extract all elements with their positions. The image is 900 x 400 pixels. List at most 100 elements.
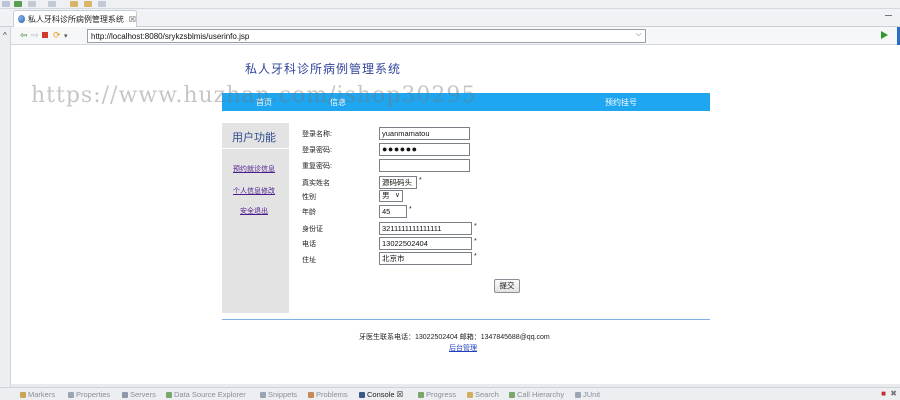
tab-label: Markers [28,390,56,399]
footer-divider [222,319,710,320]
label-real-name: 真实姓名 [302,180,330,187]
tab-snippets[interactable]: Snippets [260,390,297,399]
properties-icon [68,391,74,398]
chevron-down-icon: ∨ [394,192,400,199]
password-input[interactable]: ●●●●●● [379,143,470,156]
tab-progress[interactable]: Progress [418,390,456,399]
sidebar-title: 用户功能 [232,131,276,144]
snippets-icon [260,391,266,398]
menu-item-appointment[interactable]: 预约挂号 [605,97,637,108]
tab-servers[interactable]: Servers [122,390,156,399]
menu-item-home[interactable]: 首页 [256,97,272,108]
toolbar-icon[interactable] [84,1,92,7]
tab-label: Search [475,390,499,399]
tab-junit[interactable]: JUnit [575,390,600,399]
tab-label: JUnit [583,390,601,399]
gender-value: 男 [382,191,390,200]
editor-tabbar: 私人牙科诊所病例管理系统 ☒ [0,9,900,27]
address-input[interactable] [379,252,472,265]
console-icon [359,391,365,398]
gender-select[interactable]: 男 ∨ [379,190,403,202]
tab-close-icon[interactable]: ☒ [129,15,136,24]
label-address: 住址 [302,257,316,264]
divider [222,148,289,149]
terminate-icon[interactable]: ■ [881,389,886,398]
tab-label: Properties [76,390,111,399]
label-login-name: 登录名称: [302,131,332,138]
tab-call-hierarchy[interactable]: Call Hierarchy [509,390,564,399]
footer-contact: 牙医生联系电话：13022502404 邮箱：1347845688@qq.com [359,334,550,341]
markers-icon [20,391,26,398]
tab-label: Servers [130,390,156,399]
toolbar-icon[interactable] [70,1,78,7]
tab-properties[interactable]: Properties [68,390,110,399]
left-trim: ^ [0,9,11,389]
progress-icon [418,391,424,398]
hierarchy-icon [509,391,515,398]
required-mark: * [474,238,477,245]
junit-icon [575,391,581,398]
label-gender: 性别 [302,194,316,201]
tab-problems[interactable]: Problems [308,390,348,399]
ide-toolbar [0,0,900,9]
globe-icon [18,15,25,23]
toolbar-icon[interactable] [2,1,10,7]
login-name-input[interactable] [379,127,470,140]
tab-title: 私人牙科诊所病例管理系统 [27,14,124,24]
bottom-panel-tabs: Markers Properties Servers Data Source E… [0,387,900,400]
browser-address-bar: ⇦ ⇨ ⟳ ▾ ⌵ [11,27,900,45]
back-icon[interactable]: ⇦ [20,30,28,40]
tab-label: Progress [426,390,457,399]
toolbar-icon[interactable] [48,1,56,7]
label-phone: 电话 [302,241,316,248]
url-input[interactable] [87,29,646,43]
user-sidebar: 用户功能 预约就诊信息 个人信息修改 安全退出 [222,123,289,313]
tab-label: Data Source Explorer [174,390,246,399]
tab-label: Snippets [268,390,298,399]
id-card-input[interactable] [379,222,472,235]
run-icon[interactable] [14,1,22,7]
site-title: 私人牙科诊所病例管理系统 [245,62,402,76]
phone-input[interactable] [379,237,472,250]
required-mark: * [474,223,477,230]
toolbar-icon[interactable] [98,1,106,7]
repeat-password-input[interactable] [379,159,470,172]
sidebar-link-appointments[interactable]: 预约就诊信息 [233,164,275,174]
remove-launch-icon[interactable]: ✖ [890,389,897,398]
go-icon[interactable] [881,31,888,39]
browser-tab[interactable]: 私人牙科诊所病例管理系统 ☒ [13,10,137,27]
problems-icon [308,391,314,398]
url-dropdown-icon[interactable]: ⌵ [636,31,641,39]
label-password: 登录密码: [302,147,332,154]
sidebar-link-logout[interactable]: 安全退出 [240,206,268,216]
chevron-down-icon[interactable]: ▾ [64,32,68,42]
nav-menu-bar: 首页 信息 预约挂号 [222,93,710,111]
tab-label: Console ☒ [367,390,404,399]
sidebar-link-profile[interactable]: 个人信息修改 [233,186,275,196]
age-input[interactable] [379,205,407,218]
required-mark: * [419,177,422,184]
submit-button[interactable]: 提交 [494,279,520,293]
database-icon [166,391,172,398]
tab-console[interactable]: Console ☒ [359,390,403,399]
tab-data-source-explorer[interactable]: Data Source Explorer [166,390,246,399]
real-name-input[interactable]: 源码码头 [379,176,417,189]
forward-icon[interactable]: ⇨ [31,30,39,40]
menu-item-info[interactable]: 信息 [330,97,346,108]
toolbar-icon[interactable] [28,1,36,7]
required-mark: * [409,206,412,213]
tab-search[interactable]: Search [467,390,499,399]
admin-link[interactable]: 后台管理 [449,343,477,353]
minimize-icon[interactable] [885,13,892,16]
servers-icon [122,391,128,398]
required-mark: * [474,253,477,260]
label-age: 年龄 [302,209,316,216]
label-id-card: 身份证 [302,226,323,233]
tab-label: Call Hierarchy [517,390,565,399]
stop-icon[interactable] [42,32,48,38]
refresh-icon[interactable]: ⟳ [53,30,61,40]
tab-markers[interactable]: Markers [20,390,55,399]
web-page: 私人牙科诊所病例管理系统 首页 信息 预约挂号 https://www.huzh… [11,45,900,384]
collapse-icon[interactable]: ^ [3,31,7,40]
tab-label: Problems [316,390,348,399]
